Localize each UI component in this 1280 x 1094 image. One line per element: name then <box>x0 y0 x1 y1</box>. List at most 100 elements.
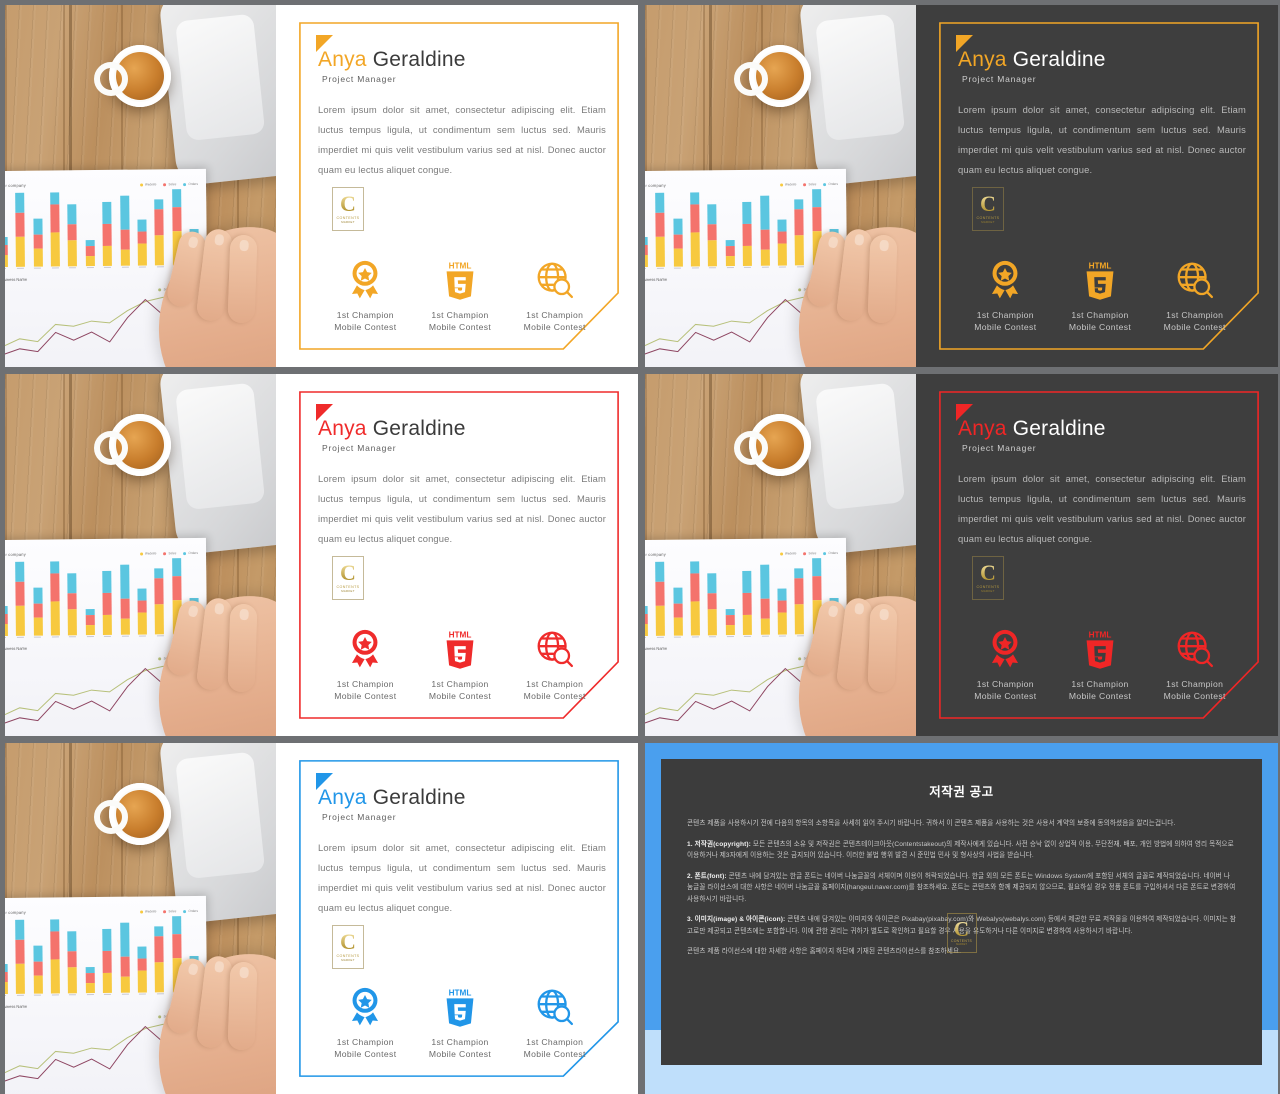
svg-text:HTML: HTML <box>449 631 472 640</box>
slide-red-light[interactable]: Your company Website Sales Orders Busine… <box>5 374 638 736</box>
achievement-item[interactable]: 1st Champion Mobile Contest <box>507 985 602 1060</box>
desk-photo: Your company Website Sales Orders Busine… <box>5 743 276 1094</box>
slide-orange-dark[interactable]: Your company Website Sales Orders Busine… <box>645 5 1278 367</box>
person-bio: Lorem ipsum dolor sit amet, consectetur … <box>958 104 1246 176</box>
achievement-line-1: 1st Champion <box>431 310 489 320</box>
slide-copyright-notice[interactable]: 저작권 공고 콘텐츠 제품을 사용하시기 전에 다음의 항목의 소항목을 사세히… <box>645 743 1278 1094</box>
person-bio: Lorem ipsum dolor sit amet, consectetur … <box>318 842 606 914</box>
contents-watermark: C CONTENTS MARKET <box>972 556 1004 600</box>
copyright-title: 저작권 공고 <box>929 785 994 799</box>
coffee-cup-icon <box>94 783 171 845</box>
achievement-item[interactable]: HTML 1st Champion Mobile Contest <box>413 985 508 1060</box>
copyright-section-heading: 2. 폰트(font): <box>687 872 727 880</box>
desk-photo: Your company Website Sales Orders Busine… <box>645 374 916 736</box>
chart-title-2: Business Name <box>645 645 668 652</box>
achievement-item[interactable]: 1st Champion Mobile Contest <box>318 627 413 702</box>
achievement-item[interactable]: 1st Champion Mobile Contest <box>318 258 413 333</box>
desk-photo: Your company Website Sales Orders Busine… <box>645 5 916 367</box>
contents-watermark: C CONTENTS MARKET <box>332 925 364 969</box>
html5-logo-icon: HTML <box>437 258 483 304</box>
globe-search-icon <box>532 258 578 304</box>
achievement-line-2: Mobile Contest <box>428 1049 492 1059</box>
svg-text:HTML: HTML <box>1089 262 1112 271</box>
copyright-panel: 저작권 공고 콘텐츠 제품을 사용하시기 전에 다음의 항목의 소항목을 사세히… <box>661 759 1262 1065</box>
person-name: Anya Geraldine <box>318 786 466 809</box>
laptop-icon <box>158 374 276 556</box>
achievement-line-1: 1st Champion <box>431 679 489 689</box>
copyright-section-text: 모든 콘텐츠의 소유 및 저작권은 콘텐츠테이크아웃(Contentstakeo… <box>687 840 1234 860</box>
achievement-line-2: Mobile Contest <box>334 1049 397 1059</box>
achievements-list: 1st Champion Mobile Contest HTML 1st Cha… <box>958 627 1242 702</box>
achievement-line-1: 1st Champion <box>526 310 584 320</box>
copyright-section-text: 콘텐츠 내에 담겨있는 한글 폰트는 네이버 나눔글꼴의 서체이며 이용이 허락… <box>687 872 1236 903</box>
globe-search-icon <box>532 627 578 673</box>
bar-chart <box>5 189 199 268</box>
achievement-item[interactable]: HTML 1st Champion Mobile Contest <box>413 258 508 333</box>
globe-search-icon <box>532 985 578 1031</box>
html5-logo-icon: HTML <box>1077 258 1123 304</box>
achievement-line-2: Mobile Contest <box>523 322 586 332</box>
chart-x-axis <box>5 265 199 272</box>
chart-title-2: Business Name <box>5 645 28 652</box>
html5-logo-icon: HTML <box>437 985 483 1031</box>
finger <box>867 234 898 324</box>
chart-x-axis <box>645 265 839 272</box>
achievement-line-1: 1st Champion <box>431 1037 489 1047</box>
person-role: Project Manager <box>322 812 397 823</box>
globe-search-icon <box>1172 258 1218 304</box>
slide-red-dark[interactable]: Your company Website Sales Orders Busine… <box>645 374 1278 736</box>
contents-watermark: C CONTENTS MARKET <box>972 187 1004 231</box>
chart-x-axis <box>5 634 199 641</box>
achievement-line-2: Mobile Contest <box>428 322 492 332</box>
achievement-line-2: Mobile Contest <box>523 691 586 701</box>
achievements-list: 1st Champion Mobile Contest HTML 1st Cha… <box>318 258 602 333</box>
html5-logo-icon: HTML <box>1077 627 1123 673</box>
person-role: Project Manager <box>322 74 397 85</box>
chart-title-2: Business Name <box>645 276 668 283</box>
achievement-item[interactable]: 1st Champion Mobile Contest <box>958 258 1053 333</box>
bar-chart <box>5 916 199 995</box>
slide-content: Anya Geraldine Project Manager Lorem ips… <box>276 374 638 736</box>
finger <box>867 603 898 693</box>
achievement-line-1: 1st Champion <box>1071 679 1129 689</box>
achievement-item[interactable]: HTML 1st Champion Mobile Contest <box>1053 627 1148 702</box>
laptop-icon <box>798 5 916 187</box>
slide-blue-light[interactable]: Your company Website Sales Orders Busine… <box>5 743 638 1094</box>
achievement-line-1: 1st Champion <box>1166 310 1224 320</box>
achievement-item[interactable]: 1st Champion Mobile Contest <box>318 985 413 1060</box>
bar-chart <box>5 558 199 637</box>
achievement-item[interactable]: 1st Champion Mobile Contest <box>507 258 602 333</box>
person-bio: Lorem ipsum dolor sit amet, consectetur … <box>958 473 1246 545</box>
achievement-item[interactable]: 1st Champion Mobile Contest <box>507 627 602 702</box>
bar-chart <box>645 558 839 637</box>
achievement-item[interactable]: HTML 1st Champion Mobile Contest <box>413 627 508 702</box>
achievements-list: 1st Champion Mobile Contest HTML 1st Cha… <box>318 985 602 1060</box>
finger <box>227 603 258 693</box>
achievement-item[interactable]: HTML 1st Champion Mobile Contest <box>1053 258 1148 333</box>
copyright-section: 1. 저작권(copyright): 모든 콘텐츠의 소유 및 저작권은 콘텐츠… <box>687 839 1236 862</box>
copyright-section-heading: 1. 저작권(copyright): <box>687 840 751 848</box>
contents-watermark: C CONTENTS MARKET <box>946 913 977 953</box>
person-name: Anya Geraldine <box>318 417 466 440</box>
desk-photo: Your company Website Sales Orders Busine… <box>5 374 276 736</box>
contents-watermark: C CONTENTS MARKET <box>332 187 364 231</box>
award-ribbon-icon <box>342 258 388 304</box>
achievement-line-1: 1st Champion <box>1166 679 1224 689</box>
copyright-section-heading: 3. 이미지(image) & 아이콘(icon): <box>687 916 786 923</box>
chart-x-axis <box>5 992 199 999</box>
laptop-icon <box>798 374 916 556</box>
bar-chart <box>645 189 839 268</box>
achievement-item[interactable]: 1st Champion Mobile Contest <box>1147 627 1242 702</box>
svg-text:HTML: HTML <box>449 262 472 271</box>
svg-text:HTML: HTML <box>449 989 472 998</box>
achievement-item[interactable]: 1st Champion Mobile Contest <box>1147 258 1242 333</box>
slide-orange-light[interactable]: Your company Website Sales Orders Busine… <box>5 5 638 367</box>
person-name: Anya Geraldine <box>958 48 1106 71</box>
svg-text:HTML: HTML <box>1089 631 1112 640</box>
achievement-line-2: Mobile Contest <box>1068 691 1132 701</box>
achievement-item[interactable]: 1st Champion Mobile Contest <box>958 627 1053 702</box>
chart-title: Your company <box>5 182 26 189</box>
chart-title-2: Business Name <box>5 276 28 283</box>
chart-legend: Website Sales Orders <box>139 551 198 556</box>
achievement-line-1: 1st Champion <box>526 679 584 689</box>
